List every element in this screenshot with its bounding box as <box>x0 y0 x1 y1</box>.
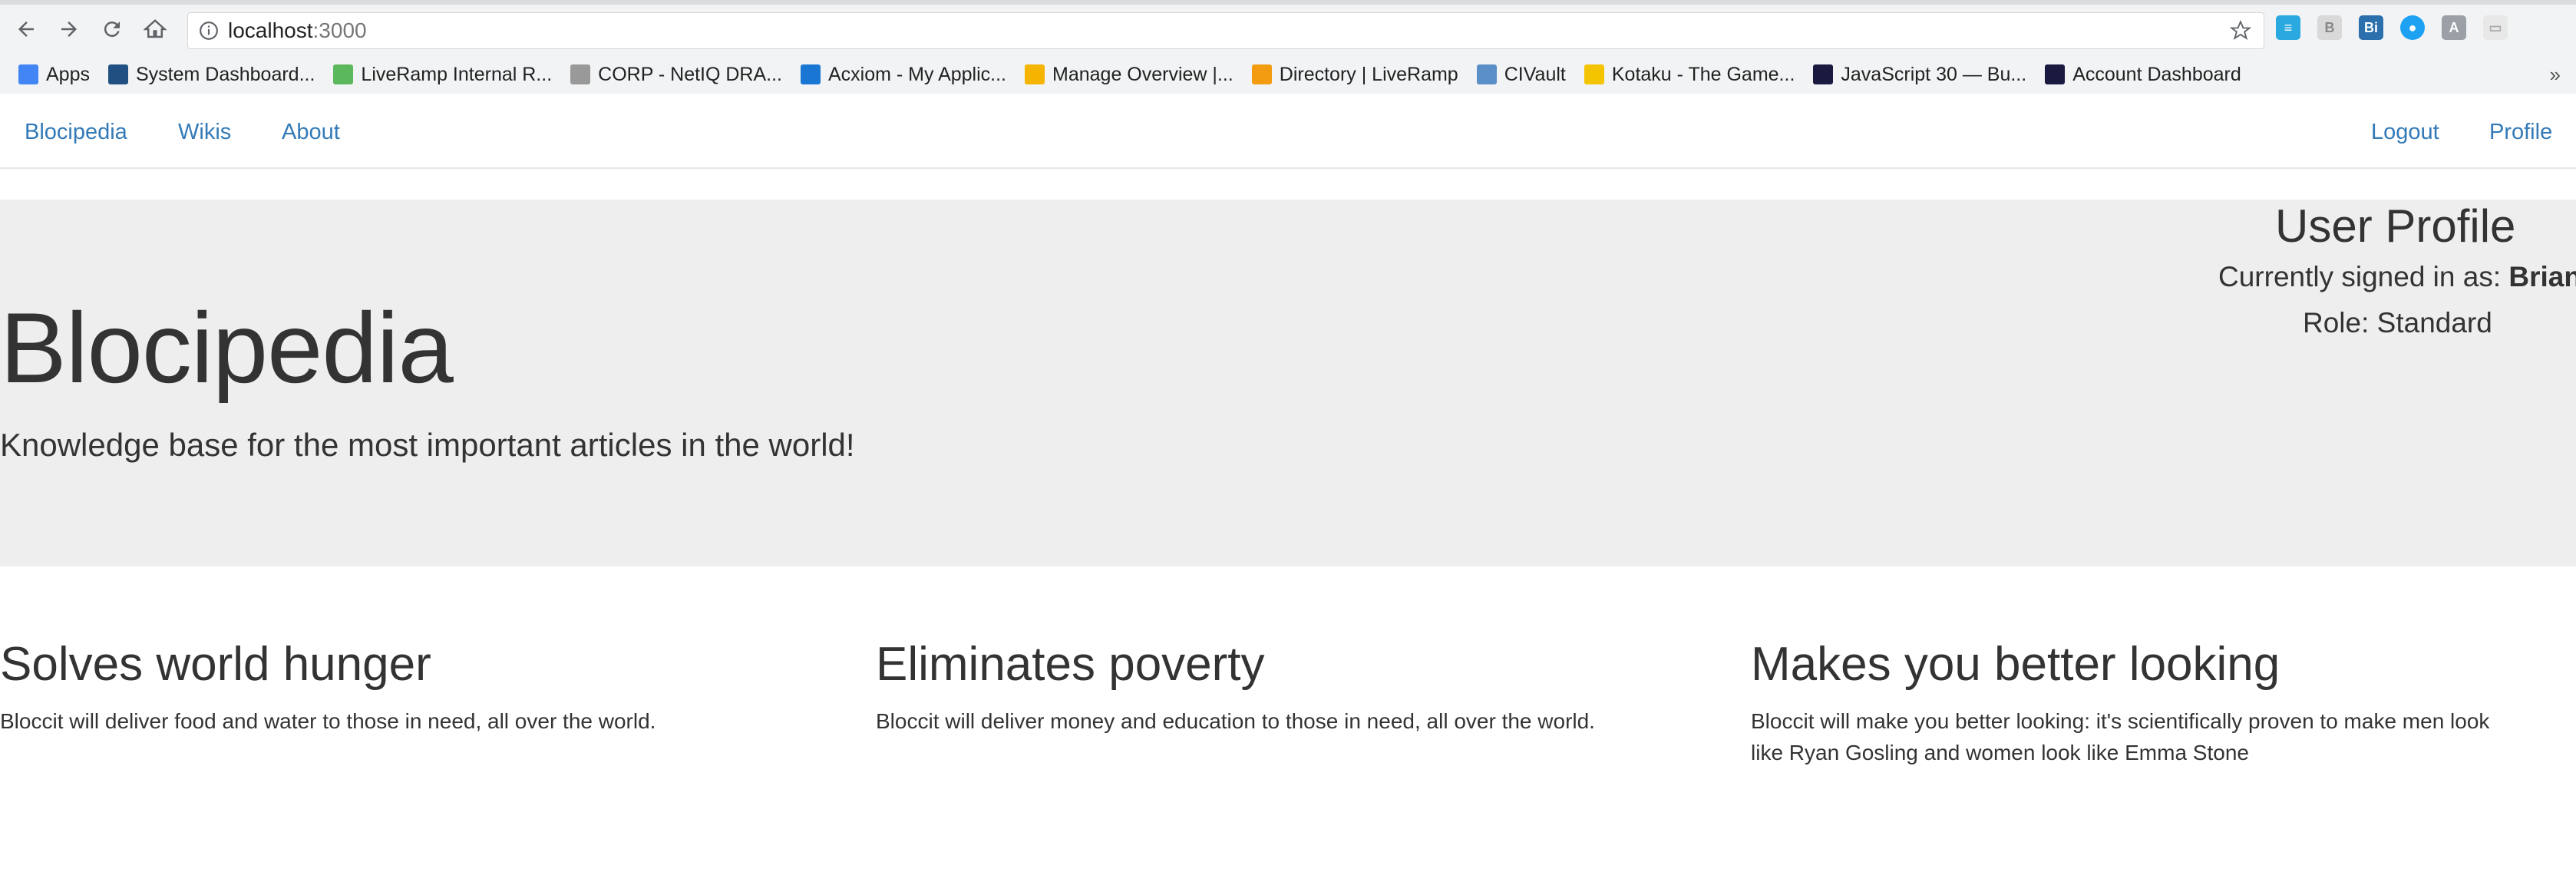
bookmark-label: CORP - NetIQ DRA... <box>598 63 782 85</box>
js30-icon <box>2045 64 2066 84</box>
browser-chrome: localhost:3000 ≡ B Bi ● A ▭ Apps System D… <box>0 0 2576 94</box>
bookmarks-overflow-button[interactable]: » <box>2550 63 2561 87</box>
signed-in-username: Brian <box>2508 261 2576 292</box>
address-bar[interactable]: localhost:3000 <box>187 12 2264 49</box>
feature-card: Makes you better looking Bloccit will ma… <box>1751 637 2518 768</box>
nav-profile-link[interactable]: Profile <box>2489 120 2552 145</box>
top-navbar: Blocipedia Wikis About Logout Profile <box>0 94 2576 169</box>
arrow-left-icon <box>18 21 34 37</box>
feature-heading: Makes you better looking <box>1751 638 2280 691</box>
bookmark-label: Manage Overview |... <box>1052 63 1234 85</box>
home-icon <box>144 19 167 38</box>
bookmark-item[interactable]: CORP - NetIQ DRA... <box>570 64 782 86</box>
feature-heading: Solves world hunger <box>0 638 431 691</box>
forward-button[interactable] <box>54 14 84 45</box>
bookmark-label: Kotaku - The Game... <box>1611 63 1795 85</box>
bookmark-item[interactable]: JavaScript 30 — Bu... <box>1813 64 2026 86</box>
globe-icon <box>1476 64 1497 84</box>
es-icon <box>1025 64 1045 84</box>
reload-button[interactable] <box>97 14 127 45</box>
bookmark-item[interactable]: System Dashboard... <box>107 63 315 86</box>
extension-stack-icon[interactable]: ≡ <box>2276 15 2300 40</box>
hero-title: Blocipedia <box>0 292 454 404</box>
extension-blank-icon[interactable]: ▭ <box>2483 15 2508 40</box>
hero-jumbotron: Blocipedia Knowledge base for the most i… <box>0 200 2576 566</box>
bookmark-item[interactable]: Apps <box>18 64 90 86</box>
feature-body: Bloccit will make you better looking: it… <box>1751 709 2490 764</box>
reload-icon <box>104 21 120 38</box>
bookmark-item[interactable]: Acxiom - My Applic... <box>801 64 1006 86</box>
bookmark-label: Acxiom - My Applic... <box>828 63 1006 85</box>
home-button[interactable] <box>140 14 170 45</box>
extension-circle-icon[interactable]: ● <box>2400 15 2425 40</box>
bookmark-label: System Dashboard... <box>135 63 315 85</box>
bookmark-label: LiveRamp Internal R... <box>361 63 553 85</box>
extensions-bar: ≡ B Bi ● A ▭ <box>2276 15 2508 40</box>
bookmark-item[interactable]: Manage Overview |... <box>1025 64 1234 86</box>
feature-body: Bloccit will deliver food and water to t… <box>0 709 656 733</box>
url-text[interactable]: localhost:3000 <box>228 18 367 43</box>
feature-card: Eliminates poverty Bloccit will deliver … <box>876 637 1689 737</box>
bookmark-star-icon[interactable] <box>2230 20 2251 41</box>
url-host: localhost <box>228 18 313 42</box>
signed-in-label: Currently signed in as: <box>2218 261 2509 292</box>
bookmark-label: JavaScript 30 — Bu... <box>1841 63 2027 85</box>
bookmark-item[interactable]: LiveRamp Internal R... <box>333 64 552 86</box>
user-role: Role: Standard <box>2303 307 2492 338</box>
feature-body: Bloccit will deliver money and education… <box>876 709 1595 733</box>
extension-bi-icon[interactable]: Bi <box>2359 15 2383 40</box>
chart-icon <box>333 64 354 84</box>
apps-grid-icon <box>18 64 38 84</box>
bookmark-item[interactable]: Directory | LiveRamp <box>1251 63 1458 86</box>
browser-toolbar: localhost:3000 ≡ B Bi ● A ▭ <box>0 5 2576 55</box>
back-button[interactable] <box>11 14 41 45</box>
bookmarks-bar: Apps System Dashboard... LiveRamp Internal… <box>0 55 2576 94</box>
jira-icon <box>107 64 128 84</box>
nav-logout-link[interactable]: Logout <box>2371 120 2439 145</box>
grid-icon <box>1251 64 1272 84</box>
nav-brand-link[interactable]: Blocipedia <box>25 120 127 145</box>
circle-icon <box>801 64 821 84</box>
hero-subtitle: Knowledge base for the most important ar… <box>0 427 855 463</box>
nav-about-link[interactable]: About <box>282 120 340 145</box>
profile-title: User Profile <box>2275 200 2516 252</box>
bookmark-label: Directory | LiveRamp <box>1279 63 1458 85</box>
extension-a-icon[interactable]: A <box>2442 15 2466 40</box>
document-icon <box>570 64 591 84</box>
signed-in-status: Currently signed in as: Brian <box>2218 261 2576 293</box>
feature-heading: Eliminates poverty <box>876 638 1265 691</box>
page-content: Blocipedia Wikis About Logout Profile Bl… <box>0 94 2576 875</box>
bookmark-label: Apps <box>46 63 90 85</box>
bookmark-item[interactable]: CIVault <box>1476 63 1566 86</box>
extension-b-icon[interactable]: B <box>2317 15 2342 40</box>
bookmark-item[interactable]: Account Dashboard <box>2045 64 2241 86</box>
nav-wikis-link[interactable]: Wikis <box>178 120 231 145</box>
arrow-right-icon <box>61 21 77 37</box>
bookmark-item[interactable]: Kotaku - The Game... <box>1584 64 1795 86</box>
bookmark-label: CIVault <box>1504 63 1566 85</box>
bookmark-label: Account Dashboard <box>2072 63 2241 85</box>
feature-card: Solves world hunger Bloccit will deliver… <box>0 637 814 737</box>
kotaku-icon <box>1584 64 1604 84</box>
info-icon[interactable] <box>199 21 219 41</box>
url-port: :3000 <box>312 18 367 42</box>
js30-icon <box>1813 64 1834 84</box>
